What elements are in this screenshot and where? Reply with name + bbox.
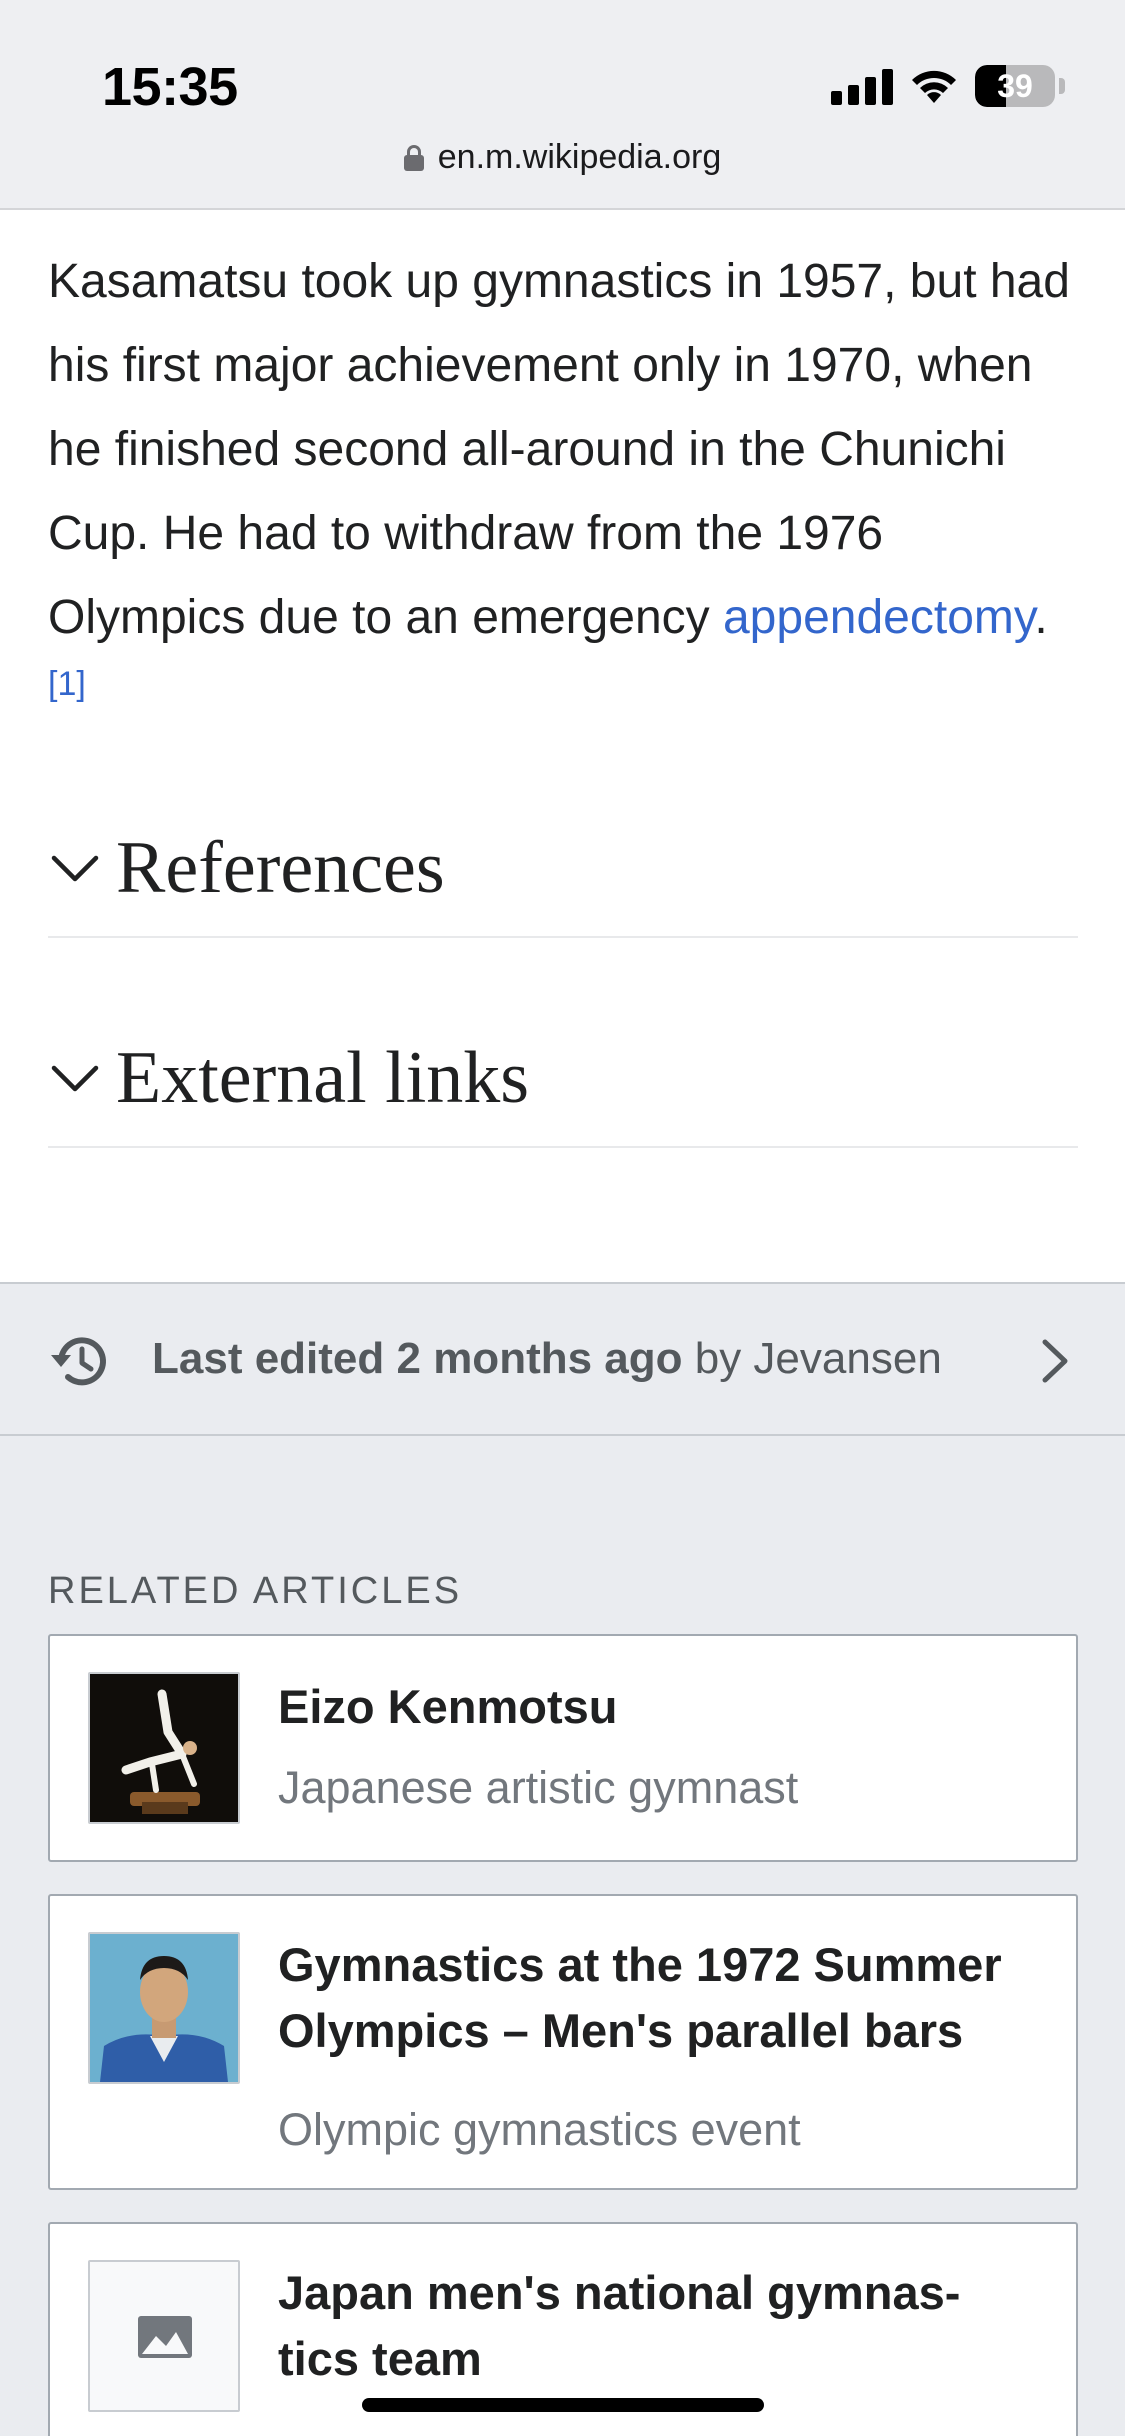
- chevron-down-icon: [51, 855, 99, 882]
- chevron-down-icon: [51, 1065, 99, 1092]
- paragraph-text: Kasamatsu took up gymnastics in 1957, bu…: [48, 255, 1070, 644]
- status-icons: 39: [831, 64, 1065, 108]
- paragraph-period: .: [1034, 591, 1048, 644]
- section-title: References: [116, 826, 445, 909]
- related-article-title: Eizo Kenmotsu: [278, 1680, 618, 1733]
- section-external-links[interactable]: External links: [48, 1010, 1078, 1148]
- last-edited-time: Last edited 2 months ago: [152, 1334, 683, 1383]
- cellular-signal-icon: [831, 67, 893, 105]
- home-indicator[interactable]: [362, 2398, 764, 2412]
- article-paragraph: Kasamatsu took up gymnastics in 1957, bu…: [48, 240, 1078, 744]
- section-references[interactable]: References: [48, 800, 1078, 938]
- appendectomy-link[interactable]: appendectomy: [723, 591, 1034, 644]
- section-title: External links: [116, 1036, 530, 1119]
- battery-nub: [1059, 78, 1065, 94]
- related-article-card[interactable]: Gymnastics at the 1972 Summer Olympics –…: [48, 1894, 1078, 2190]
- related-article-card[interactable]: Eizo Kenmotsu Japanese artistic gymnast: [48, 1634, 1078, 1862]
- related-article-thumbnail: [88, 2260, 240, 2412]
- last-edited-author: by Jevansen: [682, 1334, 942, 1383]
- status-time: 15:35: [102, 57, 238, 117]
- history-icon: [51, 1337, 106, 1386]
- portrait-photo: [90, 1934, 238, 2082]
- wifi-icon: [909, 67, 959, 105]
- related-article-thumbnail: [88, 1932, 240, 2084]
- related-article-description: Olympic gymnastics event: [278, 2104, 801, 2155]
- chevron-right-icon: [1042, 1339, 1068, 1383]
- url-domain: en.m.wikipedia.org: [437, 138, 722, 176]
- last-edited-text: Last edited 2 months ago by Jevansen: [152, 1334, 942, 1384]
- battery-percent: 39: [997, 67, 1033, 104]
- related-article-title: Gymnastics at the 1972 Summer Olympics –…: [278, 1938, 1002, 2057]
- battery-icon: 39: [975, 65, 1055, 107]
- related-article-description: Gymnastics team representing: [278, 2426, 1036, 2436]
- related-article-title: Japan men's national gymnas-tics team: [278, 2266, 961, 2385]
- gymnast-photo: [90, 1674, 238, 1822]
- related-articles-heading: RELATED ARTICLES: [48, 1570, 463, 1612]
- browser-top-bar: 15:35 39 en.m.wikipedia.org: [0, 0, 1125, 210]
- lock-icon: [403, 144, 424, 171]
- related-article-description: Japanese artistic gymnast: [278, 1762, 799, 1813]
- related-article-thumbnail: [88, 1672, 240, 1824]
- url-bar[interactable]: en.m.wikipedia.org: [0, 138, 1125, 177]
- last-edited-bar[interactable]: Last edited 2 months ago by Jevansen: [0, 1284, 1125, 1436]
- image-placeholder-icon: [90, 2262, 238, 2410]
- citation-link[interactable]: [1]: [48, 665, 86, 703]
